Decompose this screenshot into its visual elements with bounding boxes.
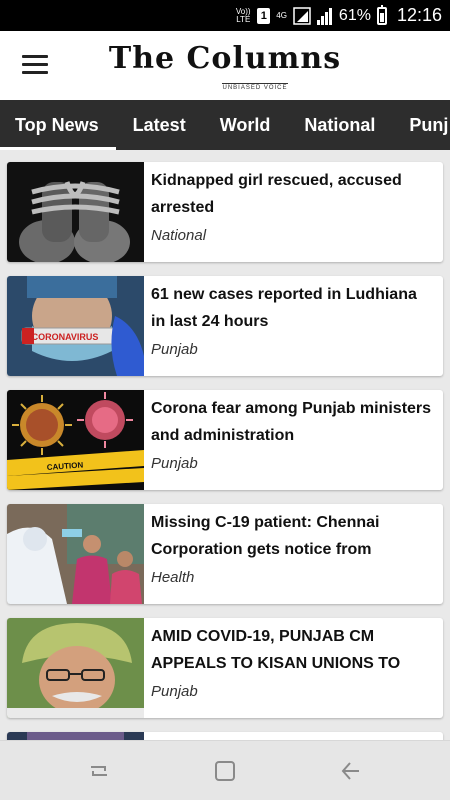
- news-title: AMID COVID-19, PUNJAB CM APPEALS TO KISA…: [151, 628, 401, 672]
- vial-label: CORONAVIRUS: [32, 332, 99, 342]
- tab-punjab[interactable]: Punj: [392, 100, 450, 150]
- tab-world[interactable]: World: [203, 100, 288, 150]
- app-title: The Columns: [108, 41, 342, 76]
- category-tabs: Top News Latest World National Punj: [0, 100, 450, 150]
- news-title: Kidnapped girl rescued, accused arrested: [151, 172, 402, 216]
- status-bar: Vo)) LTE 1 4G 61% 12:16: [0, 0, 450, 31]
- clock: 12:16: [396, 5, 442, 25]
- news-feed[interactable]: Kidnapped girl rescued, accused arrested…: [0, 150, 450, 740]
- news-card[interactable]: CAUTION Corona fear among Punjab ministe…: [7, 390, 443, 490]
- news-title: Corona fear among Punjab ministers and a…: [151, 400, 432, 444]
- tab-latest[interactable]: Latest: [116, 100, 203, 150]
- volte-indicator: Vo)) LTE: [235, 6, 251, 24]
- news-card[interactable]: Kidnapped girl rescued, accused arrested…: [7, 162, 443, 262]
- news-title: 61 new cases reported in Ludhiana in las…: [151, 286, 417, 330]
- news-card[interactable]: AMID COVID-19, PUNJAB CM APPEALS TO KISA…: [7, 618, 443, 718]
- back-icon[interactable]: [339, 759, 363, 783]
- news-title: Missing C-19 patient: Chennai Corporatio…: [151, 514, 380, 558]
- signal-icon: [293, 6, 311, 25]
- news-thumbnail-partial: [7, 732, 144, 740]
- news-card[interactable]: Missing C-19 patient: Chennai Corporatio…: [7, 504, 443, 604]
- news-card[interactable]: CORONAVIRUS 61 new cases reported in Lud…: [7, 276, 443, 376]
- system-nav-bar: [0, 740, 450, 800]
- news-thumbnail-punjab-cm: [7, 618, 144, 718]
- battery-icon: [376, 4, 387, 25]
- signal-bars-icon: [316, 7, 332, 25]
- news-thumbnail-coronavirus-vial: CORONAVIRUS: [7, 276, 144, 376]
- news-category: Punjab: [151, 455, 198, 472]
- news-category: National: [151, 227, 207, 244]
- app-subtitle: UNBIASED VOICE: [222, 83, 288, 91]
- sim-icon: 1: [257, 7, 271, 24]
- tab-top-news[interactable]: Top News: [0, 100, 116, 150]
- news-thumbnail-virus-caution: CAUTION: [7, 390, 144, 490]
- app-header: The Columns UNBIASED VOICE: [0, 31, 450, 100]
- news-thumbnail-rope-hands: [7, 162, 144, 262]
- news-category: Health: [151, 569, 195, 586]
- recent-apps-icon[interactable]: [87, 759, 111, 783]
- app-logo: The Columns UNBIASED VOICE: [0, 41, 450, 94]
- network-type: 4G: [276, 10, 287, 20]
- tab-national[interactable]: National: [287, 100, 392, 150]
- news-category: Punjab: [151, 683, 198, 700]
- news-category: Punjab: [151, 341, 198, 358]
- news-thumbnail-health-worker: [7, 504, 144, 604]
- battery-percent: 61%: [338, 6, 371, 24]
- news-card-partial[interactable]: [7, 732, 443, 740]
- home-icon[interactable]: [213, 759, 237, 783]
